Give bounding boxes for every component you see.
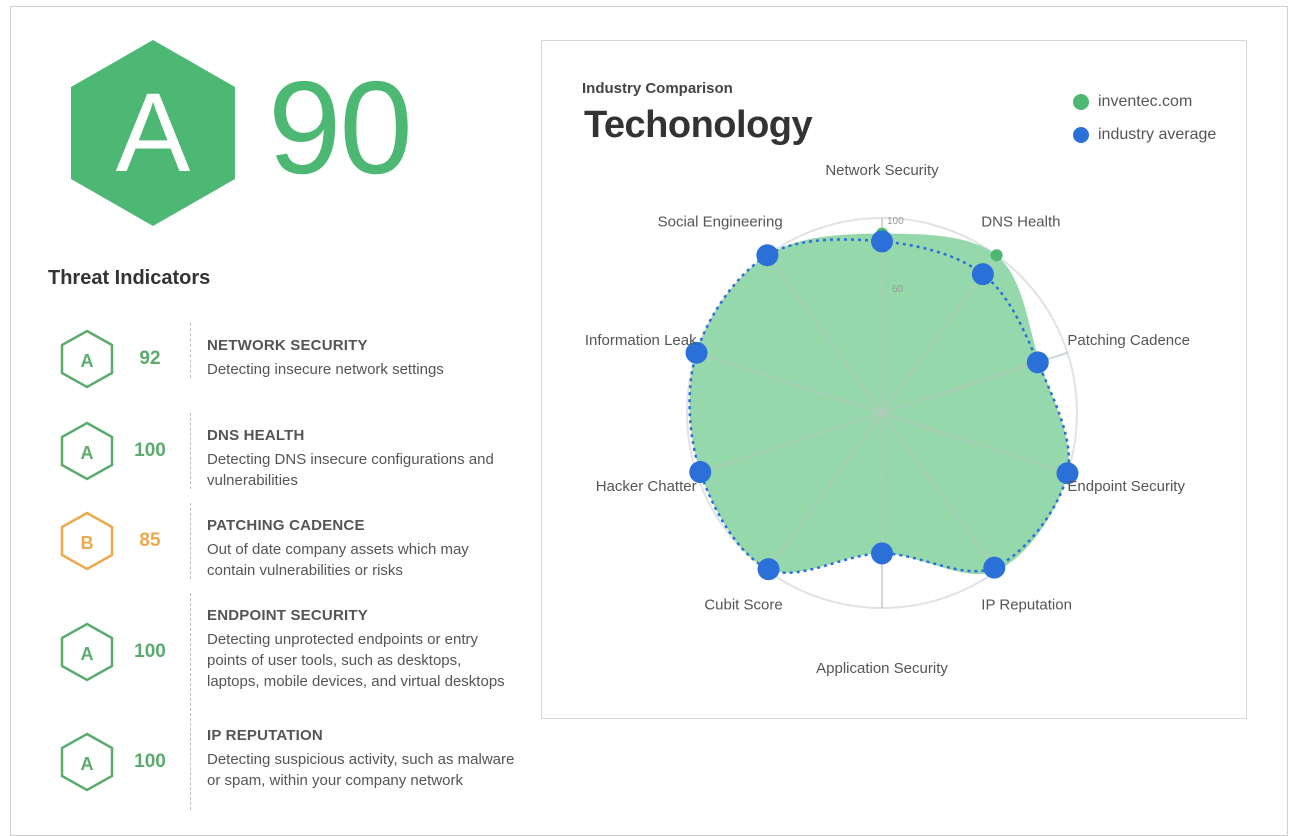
indicator-score: 100 (134, 750, 166, 772)
grade-letter: A (81, 443, 94, 463)
threat-indicator-item: B 85 PATCHING CADENCE Out of date company a… (0, 495, 540, 585)
hexagon-grade-icon: A (60, 421, 114, 481)
grade-letter: A (81, 644, 94, 664)
data-point-industry-average (971, 263, 994, 286)
axis-label: DNS Health (981, 213, 1060, 230)
indicator-description: Out of date company assets which may con… (207, 541, 469, 579)
indicator-score: 100 (134, 440, 166, 461)
threat-indicator-item: A 100 ENDPOINT SECURITY Detecting unprotect… (0, 585, 540, 711)
data-point-industry-average (983, 556, 1006, 579)
overall-grade-hexagon-icon: A (68, 38, 238, 228)
axis-label: Hacker Chatter (596, 478, 697, 495)
tick-label: 60 (892, 284, 904, 295)
axis-label: Network Security (825, 162, 939, 179)
threat-indicator-item: A 92 NETWORK SECURITY Detecting insecure ne… (0, 315, 540, 405)
indicator-divider (190, 503, 191, 579)
hexagon-grade-icon: A (60, 732, 114, 792)
axis-label: Information Leak (585, 332, 697, 349)
hexagon-grade-icon: A (60, 622, 114, 682)
indicator-score: 100 (134, 641, 166, 662)
data-point-inventec (990, 249, 1003, 262)
indicator-divider (190, 593, 191, 711)
data-point-industry-average (1026, 351, 1049, 374)
axis-label: Application Security (816, 660, 948, 677)
indicator-name: IP REPUTATION (207, 727, 323, 744)
indicator-description: Detecting unprotected endpoints or entry… (207, 631, 505, 690)
indicator-score: 92 (139, 348, 161, 369)
indicator-description: Detecting insecure network settings (207, 361, 444, 378)
hexagon-grade-icon: B (60, 511, 114, 571)
threat-indicator-item: A 100 DNS HEALTH Detecting DNS insecure con… (0, 405, 540, 495)
data-point-industry-average (756, 244, 779, 267)
series-area-inventec (689, 233, 1069, 575)
data-point-industry-average (757, 558, 780, 581)
overall-score: 90 (268, 54, 413, 201)
indicator-divider (190, 413, 191, 489)
data-point-industry-average (871, 542, 893, 565)
tick-label: 100 (887, 216, 904, 227)
indicator-name: ENDPOINT SECURITY (207, 607, 368, 624)
axis-label: Patching Cadence (1067, 332, 1190, 349)
indicator-name: DNS HEALTH (207, 427, 305, 444)
radar-chart: 60 100 Network Security DNS Health Patching … (585, 162, 1190, 677)
axis-label: Social Engineering (658, 213, 783, 230)
overall-grade-letter: A (116, 70, 191, 195)
indicator-divider (190, 713, 191, 810)
axis-label: Cubit Score (704, 597, 782, 614)
indicator-description: Detecting DNS insecure configurations an… (207, 451, 494, 489)
indicator-description: Detecting suspicious activity, such as m… (207, 751, 515, 789)
indicator-divider (190, 323, 191, 378)
grade-letter: A (81, 754, 94, 774)
threat-indicators-title: Threat Indicators (48, 267, 211, 289)
axis-label: IP Reputation (981, 597, 1072, 614)
indicator-score: 85 (139, 530, 161, 551)
indicator-name: PATCHING CADENCE (207, 517, 365, 534)
axis-label: Endpoint Security (1067, 478, 1185, 495)
grade-letter: A (81, 351, 94, 371)
data-point-industry-average (871, 230, 893, 253)
threat-indicator-item: A 100 IP REPUTATION Detecting suspicious ac… (0, 705, 540, 810)
hexagon-grade-icon: A (60, 329, 114, 389)
indicator-name: NETWORK SECURITY (207, 337, 368, 354)
grade-letter: B (81, 533, 94, 553)
